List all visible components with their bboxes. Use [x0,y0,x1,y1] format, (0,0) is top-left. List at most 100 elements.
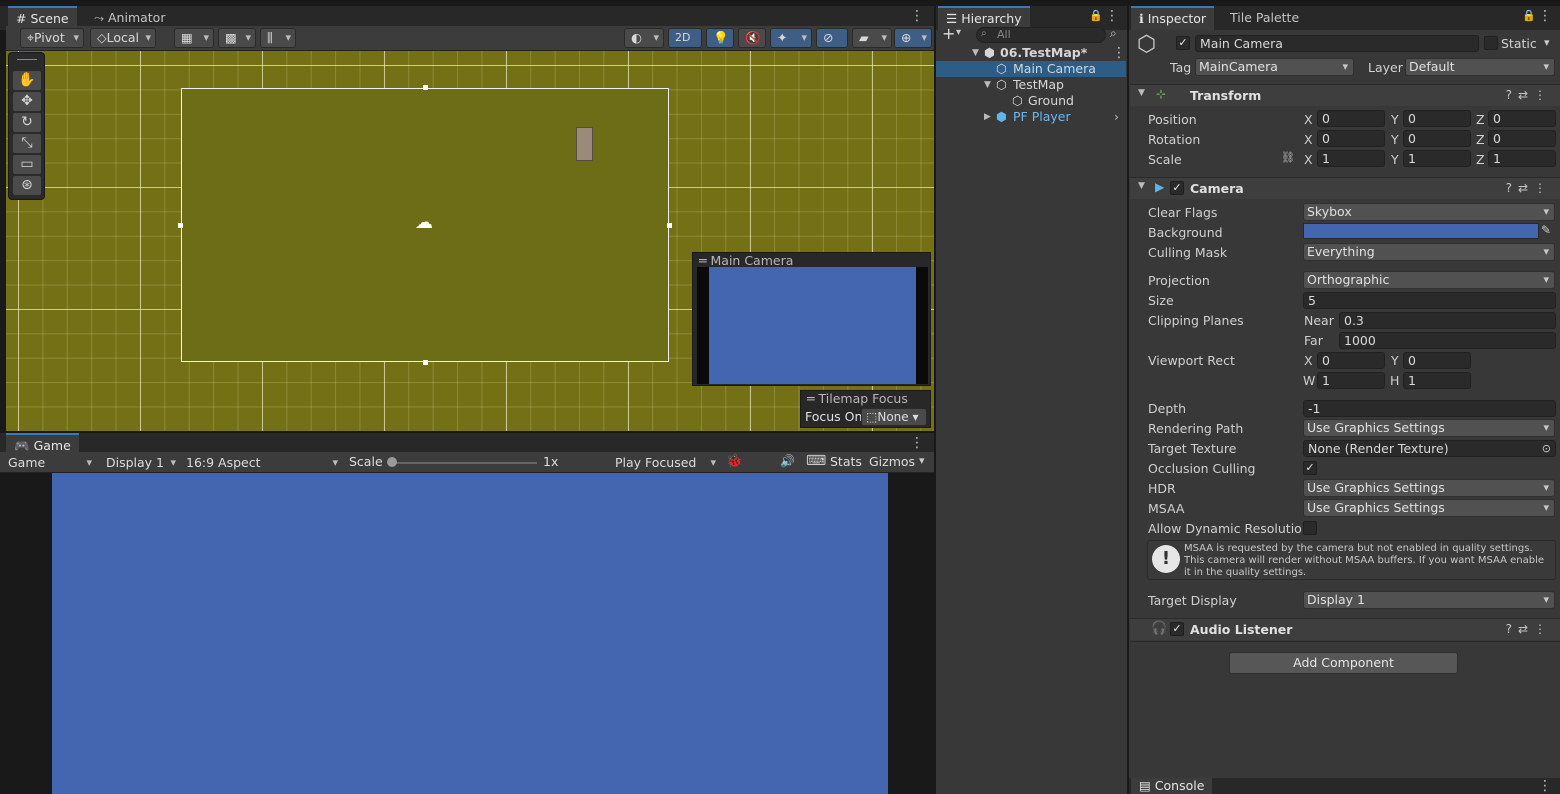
camera-settings-dropdown[interactable]: ▰ [852,28,892,48]
transform-header[interactable]: ▼ ⊹ Transform ?⇄⋮ [1130,84,1560,106]
chevron-down-icon[interactable]: ▾ [956,27,961,38]
ruler-button[interactable]: ⫼ [260,28,296,48]
camera-header[interactable]: ▼ ▶ ✓ Camera ?⇄⋮ [1130,177,1560,199]
rect-tool-button[interactable]: ▭ [13,155,41,174]
tab-tile-palette[interactable]: Tile Palette [1222,6,1307,30]
scene-item-menu-icon[interactable]: ⋮ [1112,45,1126,61]
add-component-button[interactable]: Add Component [1229,652,1458,674]
display-dropdown[interactable]: Display 1 [100,453,180,472]
scene-menu-icon[interactable]: ⋮ [910,8,924,24]
clear-flags-dropdown[interactable]: Skybox [1303,203,1555,221]
play-mode-dropdown[interactable]: Play Focused [612,453,720,472]
active-checkbox[interactable]: ✓ [1176,36,1190,50]
target-display-dropdown[interactable]: Display 1 [1303,591,1555,609]
viewport-w-field[interactable]: 1 [1317,372,1385,389]
aspect-dropdown[interactable]: 16:9 Aspect [182,453,342,472]
add-icon[interactable]: + [942,24,955,43]
move-tool-button[interactable]: ✥ [13,92,41,111]
culling-mask-dropdown[interactable]: Everything [1303,243,1555,261]
hierarchy-search[interactable]: ⌕ All [976,27,1106,43]
scale-slider-thumb[interactable] [387,457,397,467]
msaa-dropdown[interactable]: Use Graphics Settings [1303,499,1555,517]
tab-console[interactable]: ▤ Console [1131,778,1213,794]
position-y-field[interactable]: 0 [1403,110,1471,127]
inspector-menu-icon[interactable]: ⋮ [1538,8,1552,24]
help-icon[interactable]: ? [1506,88,1518,102]
expand-arrow-icon[interactable]: ▼ [984,77,991,93]
lock-icon[interactable]: 🔒 [1089,9,1103,22]
layer-dropdown[interactable]: Default [1405,58,1555,76]
size-field[interactable]: 5 [1303,292,1556,309]
near-field[interactable]: 0.3 [1339,312,1556,329]
audio-listener-enabled-checkbox[interactable]: ✓ [1170,622,1184,636]
help-icon[interactable]: ? [1506,181,1518,195]
rect-handle-left[interactable] [178,223,183,228]
hdr-dropdown[interactable]: Use Graphics Settings [1303,479,1555,497]
occlusion-culling-checkbox[interactable]: ✓ [1303,461,1317,475]
collapse-arrow-icon[interactable]: ▶ [984,109,991,125]
tab-inspector[interactable]: ℹ Inspector [1131,6,1215,30]
stats-button[interactable]: Stats [830,454,862,469]
search-by-type-icon[interactable]: ⌕ [1110,26,1117,41]
lock-icon[interactable]: 🔒 [1522,9,1536,22]
focus-on-dropdown[interactable]: ⬚None ▾ [861,408,927,426]
preset-icon[interactable]: ⇄ [1518,181,1534,195]
rect-handle-right[interactable] [667,223,672,228]
audio-listener-header[interactable]: 🎧 ✓ Audio Listener ?⇄⋮ [1130,618,1560,640]
hierarchy-item-testmap[interactable]: ▼ ⬡ TestMap [936,77,1126,93]
hierarchy-item-main-camera[interactable]: ⬡ Main Camera [936,61,1126,77]
link-off-icon[interactable]: ⛓ [1281,151,1295,164]
target-texture-field[interactable]: None (Render Texture) ⊙ [1303,440,1556,457]
scale-y-field[interactable]: 1 [1403,150,1471,167]
console-menu-icon[interactable]: ⋮ [1538,778,1552,794]
camera-enabled-checkbox[interactable]: ✓ [1170,181,1184,195]
preset-icon[interactable]: ⇄ [1518,622,1534,636]
rendering-path-dropdown[interactable]: Use Graphics Settings [1303,419,1555,437]
camera-gizmo-icon[interactable]: ☁ [415,214,437,232]
audio-mute-button[interactable]: 🔇 [738,28,766,48]
viewport-x-field[interactable]: 0 [1317,352,1385,369]
hidden-objects-button[interactable]: ⊘ [816,28,848,48]
rotation-y-field[interactable]: 0 [1403,130,1471,147]
expand-arrow-icon[interactable]: ▼ [972,45,979,61]
gizmos-chevron-icon[interactable]: ▾ [919,454,925,467]
game-view-dropdown[interactable]: Game [4,453,96,472]
hierarchy-item-pf-player[interactable]: ▶ ⬢ PF Player › [936,109,1126,125]
rect-handle-bottom[interactable] [423,360,428,365]
dynamic-resolution-checkbox[interactable] [1303,521,1317,535]
scale-slider-track[interactable] [392,462,537,464]
hierarchy-item-scene[interactable]: ▼ ⬢ 06.TestMap* ⋮ [936,45,1126,61]
draw-mode-dropdown[interactable]: ◐ [624,28,664,48]
scale-tool-button[interactable]: ⤡ [13,134,41,153]
far-field[interactable]: 1000 [1339,332,1556,349]
chevron-right-icon[interactable]: › [1114,109,1119,125]
viewport-y-field[interactable]: 0 [1403,352,1471,369]
overlay-grip[interactable] [17,59,37,60]
increment-snap-button[interactable]: ▩ [218,28,256,48]
component-menu-icon[interactable]: ⋮ [1534,622,1552,636]
static-checkbox[interactable] [1484,36,1498,50]
toggle-2d-button[interactable]: 2D [668,28,702,48]
foldout-arrow-icon[interactable]: ▼ [1138,181,1145,191]
hand-tool-button[interactable]: ✋ [13,71,41,90]
object-name-field[interactable]: Main Camera [1195,35,1479,52]
position-x-field[interactable]: 0 [1317,110,1385,127]
scale-z-field[interactable]: 1 [1488,150,1556,167]
tag-dropdown[interactable]: MainCamera [1195,58,1354,76]
depth-field[interactable]: -1 [1303,400,1556,417]
component-menu-icon[interactable]: ⋮ [1534,181,1552,195]
effects-dropdown[interactable]: ✦ [770,28,812,48]
eyedropper-icon[interactable]: ✎ [1541,223,1551,237]
static-dropdown-icon[interactable]: ▾ [1544,36,1550,49]
player-sprite[interactable] [576,127,593,161]
rect-handle-top[interactable] [423,85,428,90]
pivot-dropdown[interactable]: ⌖Pivot [20,28,84,48]
help-icon[interactable]: ? [1506,622,1518,636]
hierarchy-item-ground[interactable]: ⬡ Ground [936,93,1126,109]
bug-icon[interactable]: 🐞 [726,454,742,469]
rotate-tool-button[interactable]: ↻ [13,113,41,132]
local-dropdown[interactable]: ◇Local [90,28,156,48]
grid-snap-button[interactable]: ▦ [174,28,214,48]
speaker-icon[interactable]: 🔊 [780,454,795,468]
lighting-button[interactable]: 💡 [706,28,734,48]
